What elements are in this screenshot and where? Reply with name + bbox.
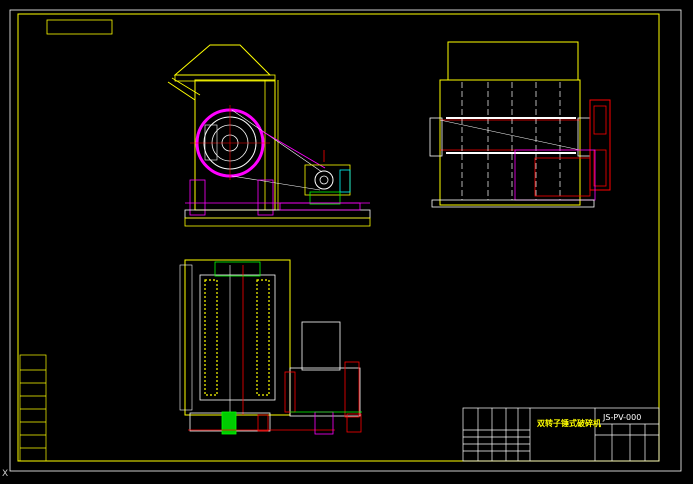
top-view	[179, 259, 362, 435]
drawing-code: JS-PV-000	[603, 413, 642, 422]
side-view	[429, 41, 611, 208]
cad-drawing-canvas[interactable]	[0, 0, 693, 484]
outer-border	[9, 9, 682, 472]
inner-border	[17, 13, 660, 462]
ucs-axis-marker: X	[2, 469, 9, 479]
drawing-title: 双转子锤式破碎机	[537, 419, 601, 428]
top-left-tab	[46, 19, 113, 35]
revision-block	[19, 354, 47, 462]
front-view	[167, 44, 371, 227]
